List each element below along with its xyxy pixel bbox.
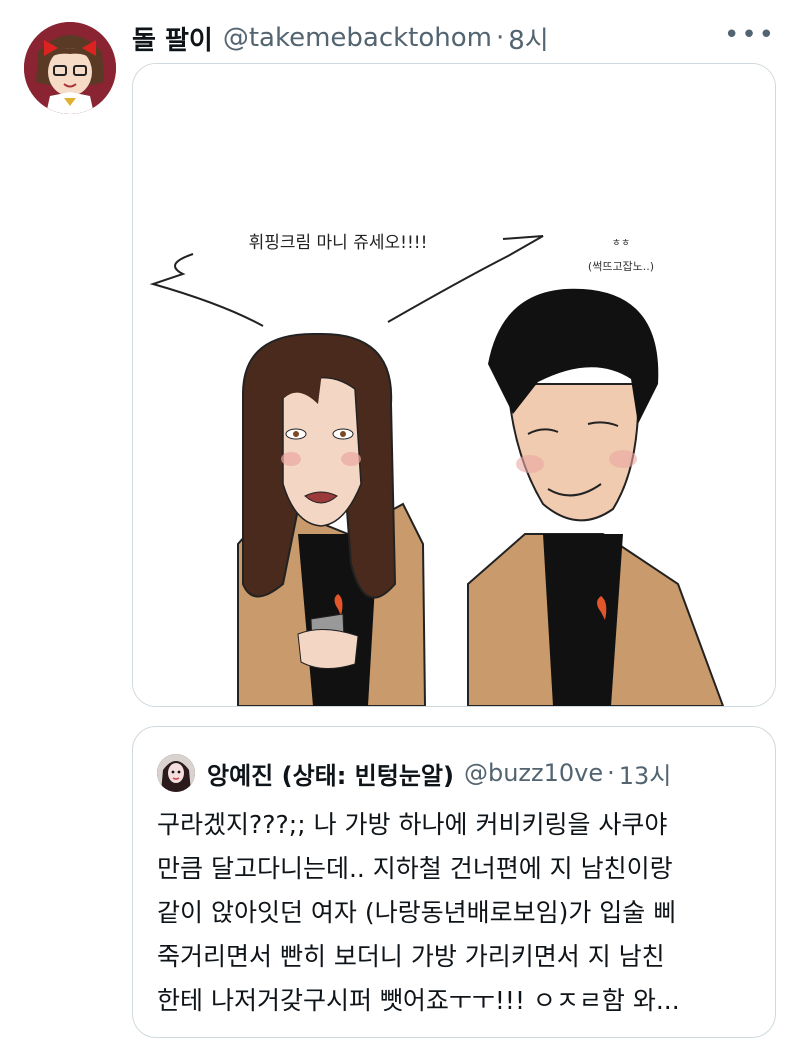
quoted-text-line: 같이 앉아잇던 여자 (나랑동년배로보임)가 입술 삐 — [157, 898, 677, 927]
quoted-avatar[interactable] — [157, 754, 195, 792]
profile-avatar[interactable] — [24, 22, 116, 114]
tweet-media-image[interactable]: 휘핑크림 마니 쥬세오!!!! ㅎㅎ (썩뜨고잡노..) — [132, 63, 776, 707]
speech-right-text: ㅎㅎ — [612, 238, 630, 249]
quoted-separator-dot: · — [607, 759, 615, 787]
separator-dot: · — [496, 23, 505, 53]
speech-right-sub: (썩뜨고잡노..) — [588, 260, 654, 273]
quoted-tweet[interactable]: 앙예진 (상태: 빈텅눈알) @buzz10ve · 13시 구라겠지???;;… — [132, 726, 776, 1038]
quoted-tweet-header: 앙예진 (상태: 빈텅눈알) @buzz10ve · 13시 — [157, 753, 759, 793]
quoted-display-name[interactable]: 앙예진 (상태: 빈텅눈알) — [207, 756, 454, 791]
tweet[interactable]: 돌 팔이 @takemebacktohom · 8시 ••• 휘핑크림 마니 쥬… — [0, 0, 800, 1038]
quoted-user-handle[interactable]: @buzz10ve — [464, 759, 603, 787]
quoted-text-line: 한테 나저거갖구시퍼 뺏어죠ㅜㅜ!!! ㅇㅈㄹ함 와... — [157, 986, 680, 1015]
user-handle[interactable]: @takemebacktohom — [223, 23, 492, 53]
display-name[interactable]: 돌 팔이 — [132, 20, 213, 57]
quoted-avatar-image — [157, 754, 195, 792]
quoted-text-line: 구라겠지???;; 나 가방 하나에 커비키링을 사쿠야 — [157, 810, 668, 839]
more-icon[interactable]: ••• — [724, 20, 776, 50]
avatar-illustration — [24, 22, 116, 114]
quoted-timestamp[interactable]: 13시 — [619, 756, 672, 791]
tweet-header: 돌 팔이 @takemebacktohom · 8시 — [132, 18, 780, 58]
comic-illustration: 휘핑크림 마니 쥬세오!!!! ㅎㅎ (썩뜨고잡노..) — [133, 64, 775, 706]
speech-left-text: 휘핑크림 마니 쥬세오!!!! — [249, 233, 428, 253]
quoted-tweet-text: 구라겠지???;; 나 가방 하나에 커비키링을 사쿠야 만큼 달고다니는데..… — [157, 803, 767, 1023]
quoted-text-line: 죽거리면서 빤히 보더니 가방 가리키면서 지 남친 — [157, 942, 665, 971]
quoted-text-line: 만큼 달고다니는데.. 지하철 건너편에 지 남친이랑 — [157, 854, 673, 883]
timestamp[interactable]: 8시 — [508, 20, 548, 57]
